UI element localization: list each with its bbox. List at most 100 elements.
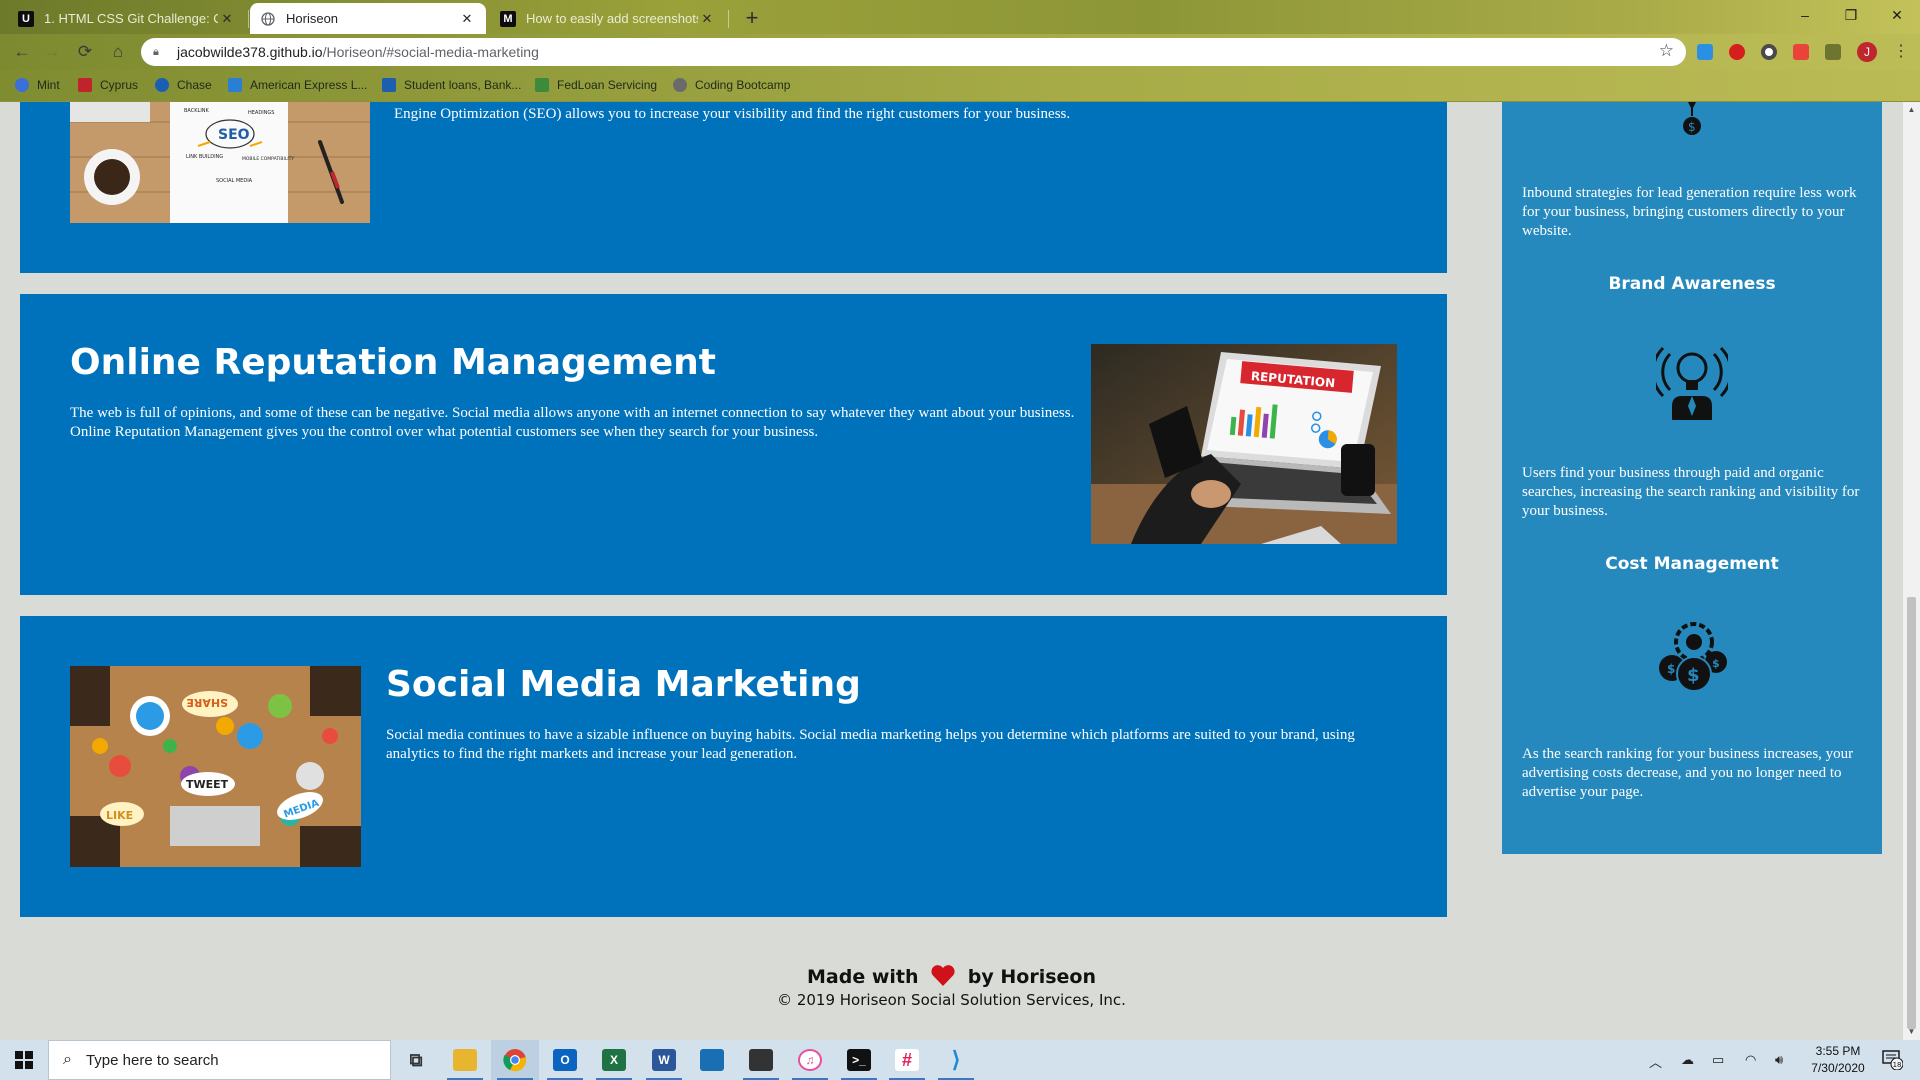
- tab-html-css-git-challenge[interactable]: U 1. HTML CSS Git Challenge: Code ✕: [8, 3, 246, 34]
- bookmark-fedloan[interactable]: FedLoan Servicing: [535, 78, 657, 92]
- battery-icon[interactable]: ▭: [1712, 1052, 1724, 1068]
- social-image-word: SHARE: [186, 696, 228, 709]
- globe-icon: [673, 78, 687, 92]
- chase-icon: [155, 78, 169, 92]
- brand-awareness-text: Users find your business through paid an…: [1522, 465, 1860, 519]
- reputation-heading: Online Reputation Management: [70, 342, 716, 383]
- lead-generation-icon: $: [1674, 102, 1710, 138]
- record-extension-icon[interactable]: [1761, 44, 1777, 60]
- tab-title: Horiseon: [286, 11, 339, 26]
- home-icon[interactable]: ⌂: [105, 40, 131, 64]
- close-window-button[interactable]: ✕: [1874, 0, 1920, 30]
- udemy-favicon-icon: U: [18, 10, 34, 27]
- close-tab-icon[interactable]: ✕: [218, 11, 236, 27]
- windows-logo-icon: [15, 1051, 33, 1069]
- taskbar-word[interactable]: W: [640, 1040, 688, 1080]
- windows-start-button[interactable]: [0, 1040, 48, 1080]
- bookmark-american-express[interactable]: American Express L...: [228, 78, 367, 92]
- mint-icon: [15, 78, 29, 92]
- menu-kebab-icon[interactable]: ⋮: [1888, 40, 1914, 64]
- reputation-laptop-image: REPUTATION: [1091, 344, 1397, 544]
- cloud-extension-icon[interactable]: [1697, 44, 1713, 60]
- footer-made-with: Made with by Horiseon: [0, 965, 1903, 991]
- taskbar-clock[interactable]: 3:55 PM 7/30/2020: [1796, 1043, 1880, 1077]
- amex-icon: [228, 78, 242, 92]
- taskbar-photo-app[interactable]: [688, 1040, 736, 1080]
- page-scrollbar[interactable]: ▲ ▼: [1903, 102, 1920, 1040]
- show-hidden-icons-chevron-icon[interactable]: ︿: [1649, 1052, 1662, 1071]
- reload-icon[interactable]: ⟳: [72, 40, 98, 64]
- scroll-up-arrow-icon[interactable]: ▲: [1903, 102, 1920, 118]
- bookmark-coding-bootcamp[interactable]: Coding Bootcamp: [673, 78, 790, 92]
- tab-title: How to easily add screenshots in: [526, 11, 698, 26]
- taskbar-outlook[interactable]: O: [541, 1040, 589, 1080]
- taskbar-terminal[interactable]: >_: [835, 1040, 883, 1080]
- scroll-down-arrow-icon[interactable]: ▼: [1903, 1024, 1920, 1040]
- taskbar-itunes[interactable]: ♫: [786, 1040, 834, 1080]
- taskbar-excel[interactable]: X: [590, 1040, 638, 1080]
- bookmark-mint[interactable]: Mint: [15, 78, 60, 92]
- lead-generation-text: Inbound strategies for lead generation r…: [1522, 185, 1857, 239]
- svg-text:$: $: [1712, 657, 1720, 670]
- scrollbar-thumb[interactable]: [1907, 597, 1916, 1029]
- bookmark-cyprus[interactable]: Cyprus: [78, 78, 138, 92]
- itunes-icon: ♫: [798, 1049, 822, 1071]
- restore-window-button[interactable]: ❐: [1828, 0, 1874, 30]
- seo-image-word: BACKLINK: [184, 108, 210, 114]
- footer: Made with by Horiseon © 2019 Horiseon So…: [0, 965, 1903, 1009]
- brand-awareness-heading: Brand Awareness: [1608, 274, 1776, 294]
- task-view-button[interactable]: ⧉: [392, 1040, 440, 1080]
- address-path: /Horiseon/#social-media-marketing: [322, 44, 539, 60]
- onedrive-cloud-icon[interactable]: ☁: [1681, 1052, 1694, 1068]
- cyprus-icon: [78, 78, 92, 92]
- taskbar-file-explorer[interactable]: [441, 1040, 489, 1080]
- social-media-marketing-section: SHARE TWEET LIKE MEDIA Social Media Mark…: [20, 616, 1447, 917]
- puzzle-extension-icon[interactable]: [1825, 44, 1841, 60]
- social-media-heading: Social Media Marketing: [386, 664, 861, 705]
- bookmarks-bar: Mint Cyprus Chase American Express L... …: [0, 70, 1920, 102]
- profile-avatar[interactable]: J: [1857, 42, 1877, 62]
- minimize-window-button[interactable]: –: [1782, 0, 1828, 30]
- back-arrow-icon[interactable]: ←: [9, 40, 35, 64]
- address-host: jacobwilde378.github.io: [177, 44, 323, 60]
- brand-awareness-icon: [1651, 340, 1733, 420]
- online-reputation-management-section: Online Reputation Management The web is …: [20, 294, 1447, 595]
- excel-icon: X: [602, 1049, 626, 1071]
- terminal-icon: >_: [847, 1049, 871, 1071]
- tab-how-to-add-screenshots[interactable]: M How to easily add screenshots in ✕: [490, 3, 726, 34]
- forward-arrow-icon[interactable]: →: [39, 40, 65, 64]
- chrome-icon: [503, 1049, 526, 1072]
- red-extension-icon[interactable]: [1729, 44, 1745, 60]
- social-media-text: Social media continues to have a sizable…: [386, 727, 1355, 762]
- task-view-icon: ⧉: [409, 1049, 423, 1070]
- globe-icon: [260, 11, 276, 27]
- taskbar-slack[interactable]: #: [883, 1040, 931, 1080]
- new-tab-button[interactable]: +: [738, 5, 766, 31]
- tab-horiseon[interactable]: Horiseon ✕: [250, 3, 486, 34]
- outlook-icon: O: [553, 1049, 577, 1071]
- tab-divider: [248, 10, 249, 28]
- wifi-icon[interactable]: ◠: [1745, 1052, 1756, 1068]
- bookmark-student-loans[interactable]: Student loans, Bank...: [382, 78, 521, 92]
- notification-center-icon[interactable]: 18: [1880, 1048, 1904, 1072]
- bookmark-chase[interactable]: Chase: [155, 78, 212, 92]
- taskbar-search-placeholder: Type here to search: [85, 1051, 219, 1069]
- horiseon-page: SEO BACKLINK HEADINGS LINK BUILDING MOBI…: [0, 102, 1903, 1040]
- search-icon: ⌕: [63, 1051, 72, 1068]
- close-tab-icon[interactable]: ✕: [698, 11, 716, 27]
- close-tab-icon[interactable]: ✕: [458, 11, 476, 27]
- taskbar-chrome[interactable]: [491, 1040, 539, 1080]
- lock-icon: 🔒︎: [153, 45, 159, 58]
- footer-copyright: © 2019 Horiseon Social Solution Services…: [777, 991, 1126, 1009]
- taskbar-sticky-notes[interactable]: [737, 1040, 785, 1080]
- bookmark-star-icon[interactable]: ☆: [1659, 41, 1674, 61]
- taskbar-search-box[interactable]: ⌕ Type here to search: [48, 1040, 391, 1080]
- cost-management-heading: Cost Management: [1605, 554, 1779, 574]
- address-bar[interactable]: 🔒︎ jacobwilde378.github.io/Horiseon/#soc…: [141, 38, 1686, 66]
- tab-title: 1. HTML CSS Git Challenge: Code: [44, 11, 218, 26]
- svg-text:$: $: [1667, 662, 1675, 676]
- reputation-text: The web is full of opinions, and some of…: [70, 405, 1075, 440]
- taskbar-vscode[interactable]: ⟩: [932, 1040, 980, 1080]
- volume-icon[interactable]: 🔊︎: [1775, 1052, 1783, 1068]
- video-extension-icon[interactable]: [1793, 44, 1809, 60]
